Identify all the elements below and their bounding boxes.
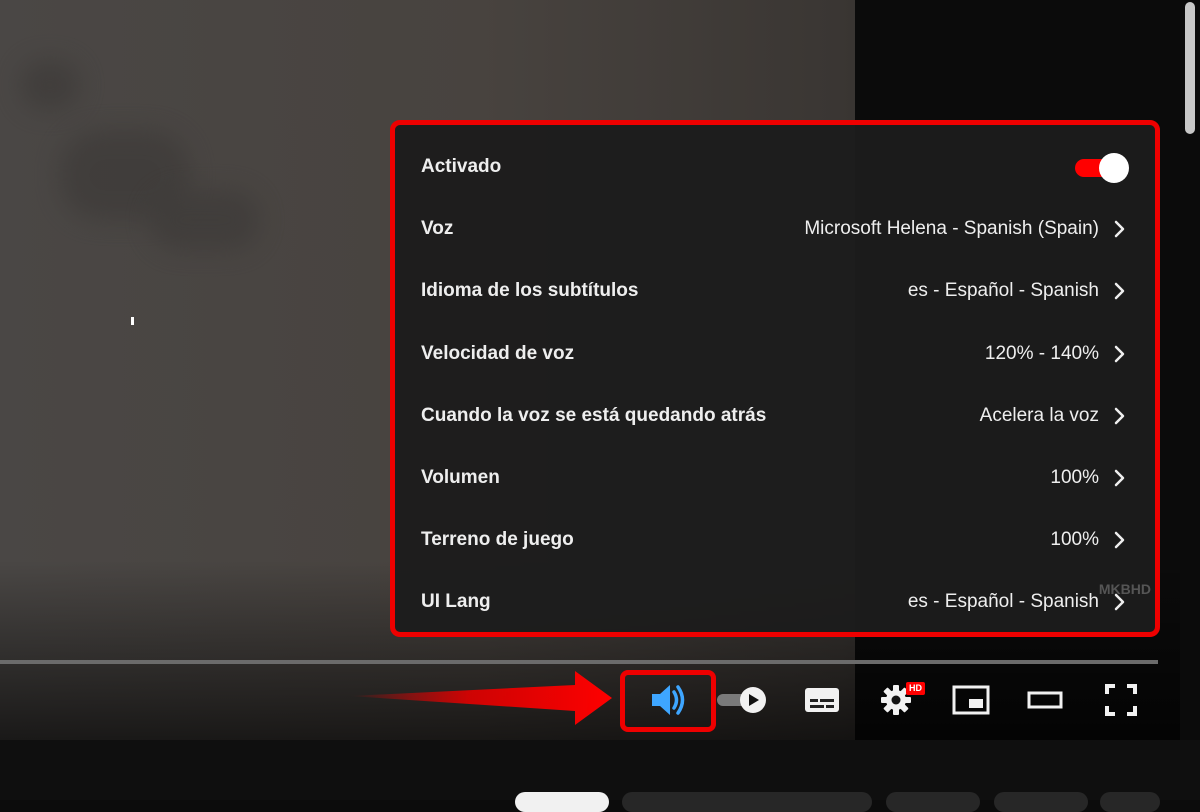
setting-row-ui-language[interactable]: UI Lang es - Español - Spanish [421,582,1129,622]
filter-chip[interactable] [515,792,609,812]
autoplay-toggle[interactable] [712,670,772,730]
subtitles-button[interactable] [792,670,852,730]
setting-label: Velocidad de voz [421,343,575,364]
setting-value: 120% - 140% [984,343,1099,364]
setting-value: 100% [1050,467,1099,488]
setting-row-voice[interactable]: Voz Microsoft Helena - Spanish (Spain) [421,209,1129,249]
setting-value: es - Español - Spanish [907,591,1099,612]
video-blur-shape [20,60,80,110]
hd-badge: HD [906,682,925,695]
setting-label: Cuando la voz se está quedando atrás [421,405,767,426]
chevron-right-icon [1114,593,1125,611]
settings-button[interactable] [866,670,926,730]
autoplay-toggle-icon [717,687,766,713]
player-control-bar [0,670,1200,740]
setting-label: UI Lang [421,591,491,612]
toggle-knob [1099,153,1129,183]
filter-chip[interactable] [994,792,1088,812]
chevron-right-icon [1114,282,1125,300]
enabled-toggle[interactable] [1073,153,1129,183]
filter-chip[interactable] [886,792,980,812]
setting-label: Idioma de los subtítulos [421,280,639,301]
theater-mode-button[interactable] [1015,670,1075,730]
setting-value: Acelera la voz [979,405,1099,426]
setting-row-voice-lag[interactable]: Cuando la voz se está quedando atrás Ace… [421,396,1129,436]
setting-label: Volumen [421,467,500,488]
video-detail [131,317,134,325]
filter-chip[interactable] [1100,792,1160,812]
setting-row-pitch[interactable]: Terreno de juego 100% [421,520,1129,560]
video-blur-shape [150,190,260,250]
fullscreen-icon [1105,684,1137,716]
fullscreen-button[interactable] [1091,670,1151,730]
setting-value: 100% [1050,529,1099,550]
highlight-box [620,670,716,732]
chevron-right-icon [1114,407,1125,425]
setting-row-voice-speed[interactable]: Velocidad de voz 120% - 140% [421,334,1129,374]
filter-chip[interactable] [622,792,872,812]
chevron-right-icon [1114,469,1125,487]
setting-label: Terreno de juego [421,529,574,550]
setting-label: Activado [421,156,502,177]
setting-row-enabled[interactable]: Activado [421,147,1129,187]
miniplayer-button[interactable] [941,670,1001,730]
video-progress-bar[interactable] [0,660,1158,664]
setting-value: es - Español - Spanish [907,280,1099,301]
page-scrollbar-thumb[interactable] [1185,2,1195,134]
subtitles-icon [805,688,839,712]
setting-value: Microsoft Helena - Spanish (Spain) [804,218,1099,239]
chevron-right-icon [1114,531,1125,549]
setting-row-subtitle-language[interactable]: Idioma de los subtítulos es - Español - … [421,271,1129,311]
setting-label: Voz [421,218,454,239]
voice-translate-settings-panel: Activado Voz Microsoft Helena - Spanish … [390,120,1160,637]
chevron-right-icon [1114,220,1125,238]
miniplayer-icon [952,685,990,715]
setting-row-volume[interactable]: Volumen 100% [421,458,1129,498]
chevron-right-icon [1114,345,1125,363]
theater-mode-icon [1027,691,1063,709]
page-bottom-area [0,740,1200,812]
